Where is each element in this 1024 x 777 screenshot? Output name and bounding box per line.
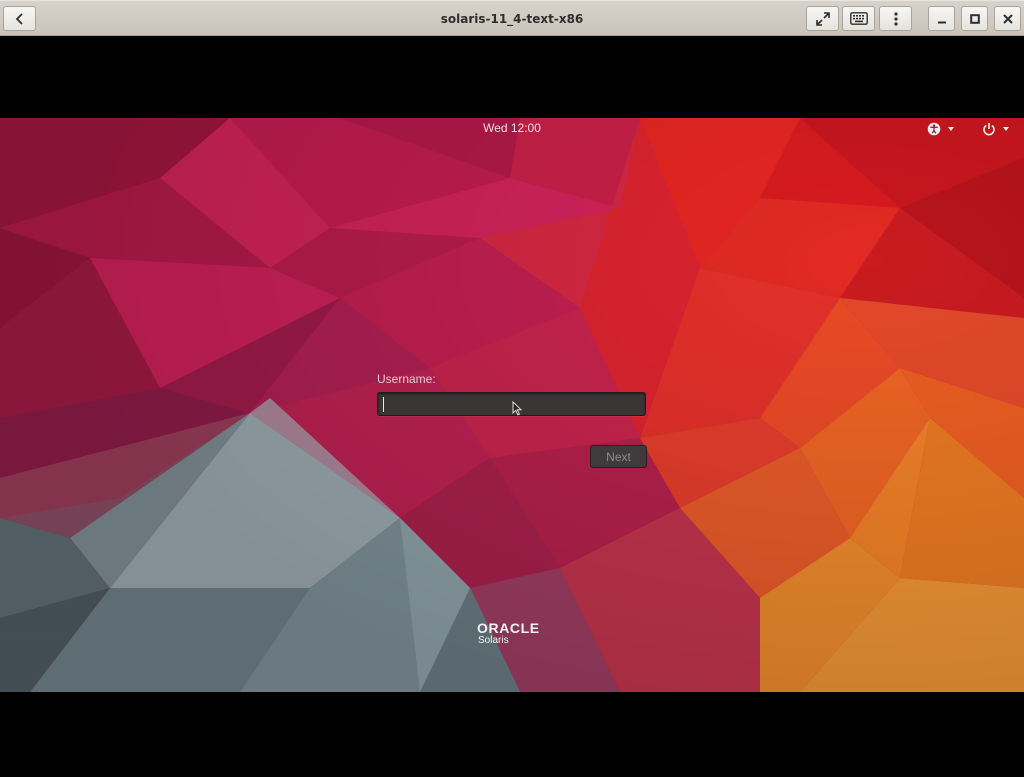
maximize-button[interactable] bbox=[961, 6, 988, 31]
power-menu[interactable] bbox=[982, 119, 1009, 139]
menu-button[interactable] bbox=[879, 6, 912, 31]
chevron-down-icon bbox=[948, 127, 954, 131]
back-icon bbox=[15, 12, 23, 25]
login-form: Username: bbox=[377, 372, 647, 416]
next-button[interactable]: Next bbox=[590, 445, 647, 468]
text-cursor bbox=[383, 397, 384, 412]
mouse-pointer-icon bbox=[512, 401, 522, 416]
fullscreen-icon bbox=[815, 11, 830, 26]
keyboard-icon bbox=[849, 12, 868, 25]
username-label: Username: bbox=[377, 372, 436, 386]
minimize-icon bbox=[937, 21, 946, 23]
oracle-solaris-branding: ORACLE Solaris bbox=[477, 621, 577, 647]
minimize-button[interactable] bbox=[928, 6, 955, 31]
chevron-down-icon bbox=[1003, 127, 1009, 131]
close-icon bbox=[1002, 13, 1013, 24]
username-input[interactable] bbox=[377, 392, 646, 416]
topbar-clock[interactable]: Wed 12:00 bbox=[0, 121, 1024, 135]
maximize-icon bbox=[969, 13, 980, 24]
close-button[interactable] bbox=[994, 6, 1021, 31]
window-titlebar: solaris-11_4-text-x86 bbox=[0, 0, 1024, 36]
accessibility-menu[interactable] bbox=[927, 119, 954, 139]
solaris-label: Solaris bbox=[478, 635, 509, 646]
keyboard-button[interactable] bbox=[842, 6, 875, 31]
back-button[interactable] bbox=[3, 6, 36, 31]
power-icon bbox=[983, 123, 995, 136]
accessibility-icon bbox=[927, 122, 941, 136]
more-vertical-icon bbox=[893, 11, 898, 26]
fullscreen-button[interactable] bbox=[806, 6, 839, 31]
oracle-logo: ORACLE bbox=[477, 620, 540, 636]
vm-display[interactable]: Wed 12:00 Username: Next ORACLE Solaris bbox=[0, 118, 1024, 692]
